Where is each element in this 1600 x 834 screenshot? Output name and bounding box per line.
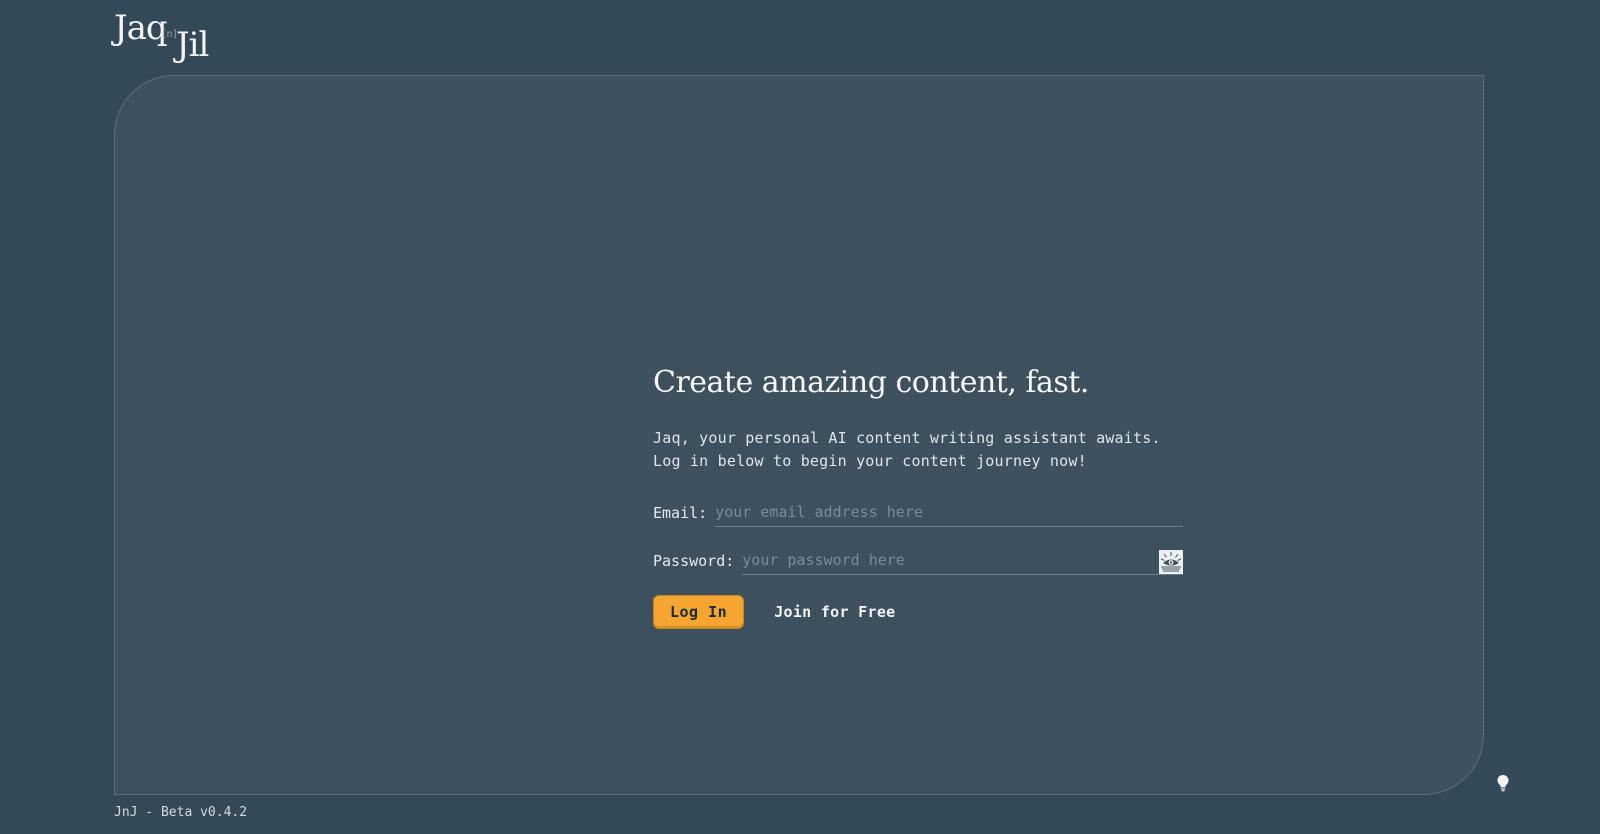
eye-icon: [1160, 552, 1182, 572]
intro-line-1: Jaq, your personal AI content writing as…: [653, 429, 1161, 447]
login-button[interactable]: Log In: [653, 595, 745, 629]
logo-jil: Jil: [176, 25, 209, 65]
login-form: Create amazing content, fast. Jaq, your …: [653, 361, 1183, 629]
version-label: JnJ - Beta v0.4.2: [114, 805, 248, 820]
page-title: Create amazing content, fast.: [653, 365, 1089, 400]
main-card: Create amazing content, fast. Jaq, your …: [114, 75, 1484, 795]
intro-text: Jaq, your personal AI content writing as…: [653, 427, 1183, 473]
lightbulb-icon: [1497, 775, 1509, 792]
email-label: Email:: [653, 504, 708, 522]
password-input-wrap: [742, 548, 1183, 575]
intro-line-2: Log in below to begin your content journ…: [653, 452, 1087, 470]
password-field[interactable]: [742, 548, 1183, 573]
email-row: Email:: [653, 500, 1183, 527]
logo-jaq: Jaq: [114, 8, 168, 48]
password-label: Password:: [653, 552, 735, 570]
form-actions: Log In Join for Free: [653, 595, 1183, 629]
show-password-button[interactable]: [1159, 550, 1183, 574]
join-for-free-link[interactable]: Join for Free: [774, 603, 895, 621]
logo[interactable]: Jaq [n] Jil: [114, 8, 224, 66]
email-input-wrap: [715, 500, 1183, 527]
password-row: Password:: [653, 548, 1183, 575]
email-field[interactable]: [715, 500, 1183, 525]
theme-toggle-button[interactable]: [1496, 774, 1510, 792]
